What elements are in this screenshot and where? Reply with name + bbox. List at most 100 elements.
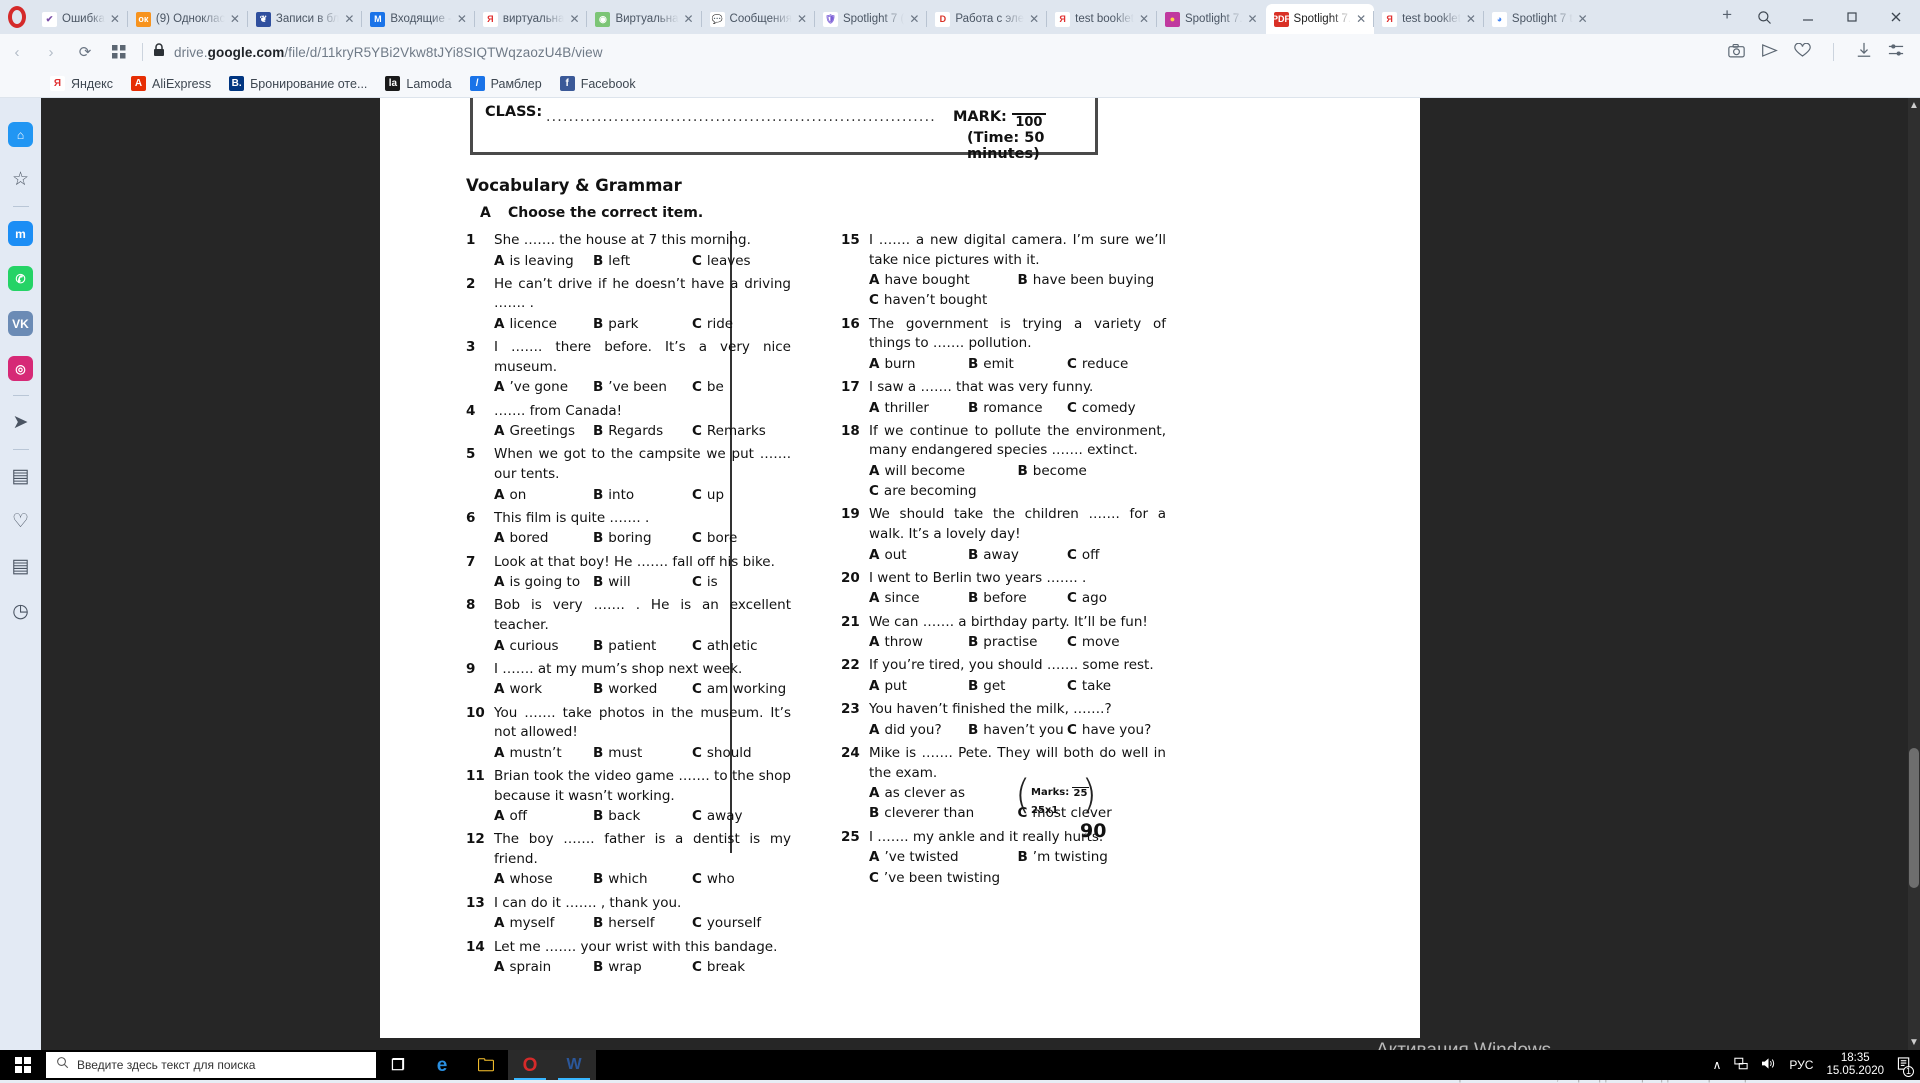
- question-option[interactable]: Bboring: [593, 528, 692, 548]
- network-icon[interactable]: [1734, 1057, 1748, 1073]
- question-option[interactable]: Aout: [869, 545, 968, 565]
- taskbar-file-explorer[interactable]: 🗀: [464, 1050, 508, 1080]
- forward-button[interactable]: ›: [34, 35, 68, 69]
- question-option[interactable]: Bbecome: [1018, 461, 1167, 481]
- tab-close-icon[interactable]: ✕: [797, 13, 809, 25]
- question-option[interactable]: Asprain: [494, 957, 593, 977]
- question-option[interactable]: Athrow: [869, 632, 968, 652]
- question-option[interactable]: Bpark: [593, 314, 692, 334]
- question-option[interactable]: Cmove: [1067, 632, 1166, 652]
- browser-tab[interactable]: Яtest booklet✕: [1374, 4, 1484, 34]
- address-bar[interactable]: drive.google.com/file/d/11kryR5YBi2Vkw8t…: [149, 38, 1728, 66]
- question-option[interactable]: Amyself: [494, 913, 593, 933]
- viewer-scrollbar[interactable]: ▲ ▼: [1908, 98, 1920, 1050]
- bookmark-item[interactable]: B.Бронирование оте...: [229, 76, 367, 91]
- opera-logo-icon[interactable]: [0, 0, 34, 34]
- question-option[interactable]: Ccomedy: [1067, 398, 1166, 418]
- language-indicator[interactable]: РУС: [1789, 1058, 1813, 1072]
- question-option[interactable]: Ahave bought: [869, 270, 1018, 290]
- question-option[interactable]: Cride: [692, 314, 791, 334]
- sidebar-item-news[interactable]: ▤: [0, 544, 41, 589]
- question-option[interactable]: Awork: [494, 679, 593, 699]
- heart-icon[interactable]: [1794, 43, 1811, 62]
- scroll-down-arrow[interactable]: ▼: [1908, 1037, 1920, 1048]
- sidebar-item-instagram[interactable]: ◎: [0, 346, 41, 391]
- tab-close-icon[interactable]: ✕: [230, 13, 242, 25]
- question-option[interactable]: Cbreak: [692, 957, 791, 977]
- question-option[interactable]: B’m twisting: [1018, 847, 1167, 867]
- settings-sliders-icon[interactable]: [1888, 42, 1904, 62]
- scroll-up-arrow[interactable]: ▲: [1908, 100, 1920, 111]
- question-option[interactable]: Bbefore: [968, 588, 1067, 608]
- sidebar-item-history-clock[interactable]: ◷: [0, 589, 41, 634]
- maximize-icon[interactable]: [1830, 2, 1874, 32]
- question-option[interactable]: Cis: [692, 572, 791, 592]
- question-option[interactable]: Bpatient: [593, 636, 692, 656]
- question-option[interactable]: Cago: [1067, 588, 1166, 608]
- question-option[interactable]: Aon: [494, 485, 593, 505]
- question-option[interactable]: Bwrap: [593, 957, 692, 977]
- question-option[interactable]: Cathletic: [692, 636, 791, 656]
- question-option[interactable]: Coff: [1067, 545, 1166, 565]
- question-option[interactable]: AGreetings: [494, 421, 593, 441]
- question-option[interactable]: Bwill: [593, 572, 692, 592]
- tab-close-icon[interactable]: ✕: [110, 13, 122, 25]
- sidebar-item-home[interactable]: ⌂: [0, 112, 41, 157]
- start-button[interactable]: [0, 1050, 46, 1080]
- browser-tab[interactable]: Явиртуальна✕: [475, 4, 588, 34]
- sidebar-item-vk[interactable]: VK: [0, 301, 41, 346]
- question-option[interactable]: Abored: [494, 528, 593, 548]
- question-option[interactable]: Acurious: [494, 636, 593, 656]
- download-icon[interactable]: [1856, 42, 1872, 62]
- question-option[interactable]: Bcleverer than: [869, 803, 1018, 823]
- browser-tab[interactable]: ◉Виртуальна✕: [587, 4, 701, 34]
- question-option[interactable]: Alicence: [494, 314, 593, 334]
- browser-tab[interactable]: PDFSpotlight 7.✕: [1266, 4, 1375, 34]
- tab-close-icon[interactable]: ✕: [1466, 13, 1478, 25]
- taskbar-edge[interactable]: e: [420, 1050, 464, 1080]
- browser-tab[interactable]: ●Spotlight 7.✕: [1157, 4, 1266, 34]
- tab-close-icon[interactable]: ✕: [344, 13, 356, 25]
- question-option[interactable]: Cleaves: [692, 251, 791, 271]
- question-option[interactable]: Caway: [692, 806, 791, 826]
- browser-tab[interactable]: ❦Записи в бл✕: [248, 4, 362, 34]
- question-option[interactable]: Bmust: [593, 743, 692, 763]
- question-option[interactable]: Bwhich: [593, 869, 692, 889]
- browser-tab[interactable]: 💬Сообщения✕: [702, 4, 815, 34]
- bookmark-item[interactable]: fFacebook: [560, 76, 636, 91]
- browser-tab[interactable]: ок(9) Одноклассники✕: [128, 4, 248, 34]
- question-option[interactable]: Bget: [968, 676, 1067, 696]
- question-option[interactable]: Bleft: [593, 251, 692, 271]
- minimize-icon[interactable]: [1786, 2, 1830, 32]
- question-option[interactable]: Bemit: [968, 354, 1067, 374]
- question-option[interactable]: Care becoming: [869, 481, 1166, 501]
- question-option[interactable]: Aburn: [869, 354, 968, 374]
- question-option[interactable]: Athriller: [869, 398, 968, 418]
- question-option[interactable]: Awill become: [869, 461, 1018, 481]
- tab-close-icon[interactable]: ✕: [1578, 13, 1590, 25]
- sidebar-item-messenger[interactable]: m: [0, 211, 41, 256]
- question-option[interactable]: Bworked: [593, 679, 692, 699]
- question-option[interactable]: Cbore: [692, 528, 791, 548]
- browser-tab[interactable]: ◕Spotlight 7 t✕: [1484, 4, 1596, 34]
- new-tab-button[interactable]: +: [1712, 5, 1742, 29]
- sidebar-item-apps-grid[interactable]: ▤: [0, 454, 41, 499]
- bookmark-item[interactable]: AAliExpress: [131, 76, 211, 91]
- tab-close-icon[interactable]: ✕: [909, 13, 921, 25]
- question-option[interactable]: Aput: [869, 676, 968, 696]
- share-icon[interactable]: [1761, 43, 1778, 62]
- question-option[interactable]: C’ve been twisting: [869, 868, 1166, 888]
- browser-tab[interactable]: ✔Ошибка✕: [34, 4, 128, 34]
- question-option[interactable]: Ais leaving: [494, 251, 593, 271]
- taskbar-clock[interactable]: 18:35 15.05.2020: [1826, 1052, 1884, 1078]
- question-option[interactable]: Amustn’t: [494, 743, 593, 763]
- question-option[interactable]: Chave you?: [1067, 720, 1166, 740]
- question-option[interactable]: CRemarks: [692, 421, 791, 441]
- tab-close-icon[interactable]: ✕: [1139, 13, 1151, 25]
- question-option[interactable]: Cup: [692, 485, 791, 505]
- volume-icon[interactable]: [1761, 1057, 1776, 1073]
- bookmark-item[interactable]: laLamoda: [385, 76, 451, 91]
- sidebar-item-heart[interactable]: ♡: [0, 499, 41, 544]
- taskbar-opera[interactable]: O: [508, 1050, 552, 1080]
- question-option[interactable]: Binto: [593, 485, 692, 505]
